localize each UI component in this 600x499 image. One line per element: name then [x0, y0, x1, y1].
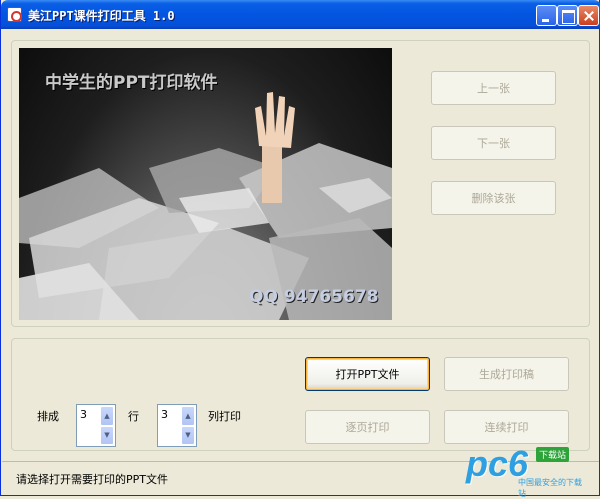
site-watermark: pc6 下载站 中国最安全的下载站 [466, 443, 586, 498]
prev-slide-button[interactable]: 上一张 [431, 71, 556, 105]
maximize-button[interactable] [557, 5, 578, 26]
window-title: 美江PPT课件打印工具 1.0 [28, 9, 175, 23]
rows-spinbox[interactable]: 3 ▲ ▼ [76, 404, 116, 447]
preview-caption: 中学生的PPT打印软件 [45, 73, 218, 93]
rows-value[interactable]: 3 [80, 408, 87, 421]
open-ppt-button[interactable]: 打开PPT文件 [305, 357, 430, 391]
minimize-button[interactable] [536, 5, 557, 26]
continuous-print-button[interactable]: 连续打印 [444, 410, 569, 444]
cols-label: 列打印 [208, 410, 241, 423]
delete-slide-button[interactable]: 删除该张 [431, 181, 556, 215]
status-text: 请选择打开需要打印的PPT文件 [16, 473, 168, 486]
cols-down-arrow-icon[interactable]: ▼ [181, 425, 195, 445]
app-window: 美江PPT课件打印工具 1.0 中学生的PPT打印软件 QQ 94765678 … [0, 0, 600, 498]
next-slide-button[interactable]: 下一张 [431, 126, 556, 160]
rows-label: 行 [128, 410, 139, 423]
rows-up-arrow-icon[interactable]: ▲ [100, 406, 114, 426]
watermark-tag: 下载站 [536, 447, 570, 462]
title-bar[interactable]: 美江PPT课件打印工具 1.0 [1, 0, 600, 29]
slide-preview-image: 中学生的PPT打印软件 QQ 94765678 [19, 48, 392, 320]
cols-up-arrow-icon[interactable]: ▲ [181, 406, 195, 426]
cols-spinbox[interactable]: 3 ▲ ▼ [157, 404, 197, 447]
cols-value[interactable]: 3 [161, 408, 168, 421]
rows-down-arrow-icon[interactable]: ▼ [100, 425, 114, 445]
close-button[interactable] [578, 5, 599, 26]
preview-qq-text: QQ 94765678 [249, 287, 379, 307]
arrange-label: 排成 [37, 410, 59, 423]
page-print-button[interactable]: 逐页打印 [305, 410, 430, 444]
generate-print-button[interactable]: 生成打印稿 [444, 357, 569, 391]
app-icon[interactable] [7, 7, 22, 22]
rows-spin-arrows: ▲ ▼ [100, 406, 114, 445]
cols-spin-arrows: ▲ ▼ [181, 406, 195, 445]
